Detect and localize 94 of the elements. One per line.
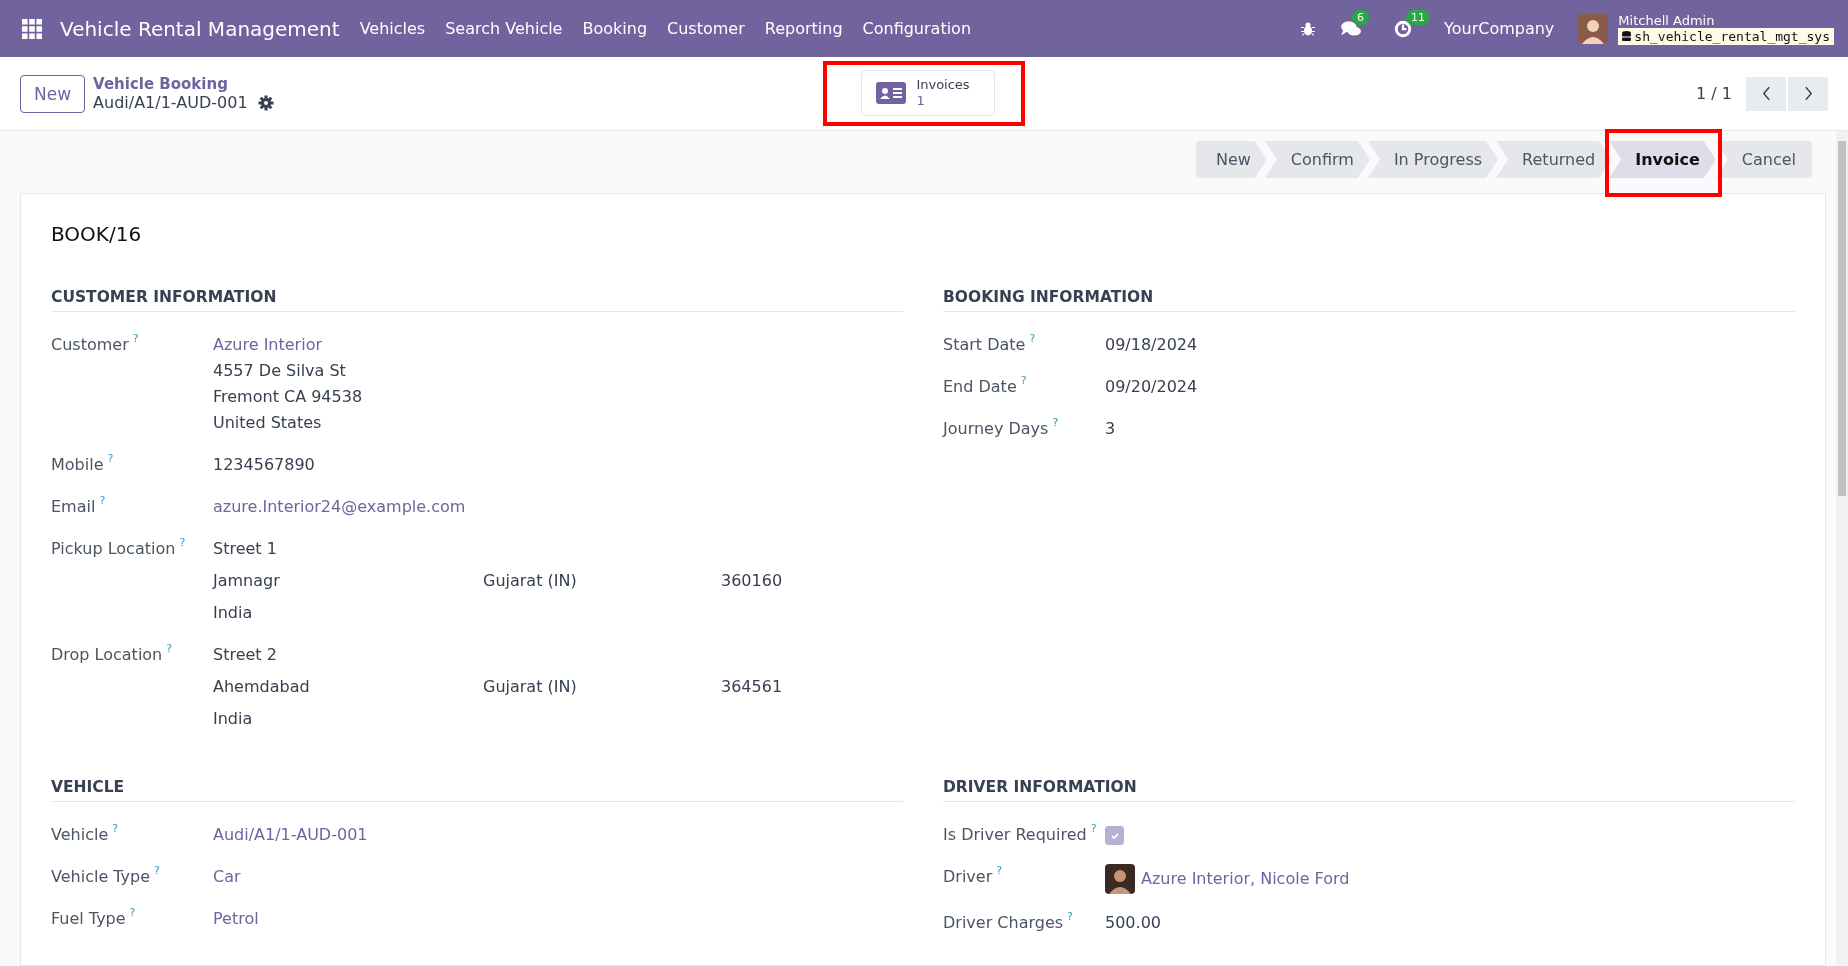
street-value: Street 1 <box>213 538 277 560</box>
help-tooltip-mark[interactable]: ? <box>99 494 106 507</box>
help-tooltip-mark[interactable]: ? <box>166 642 173 655</box>
new-button[interactable]: New <box>20 74 86 113</box>
field-label: Vehicle <box>51 825 109 844</box>
field-label: Driver Charges <box>943 913 1064 932</box>
invoice-card-icon <box>876 82 907 104</box>
country-value: India <box>213 602 253 624</box>
field-label: Fuel Type <box>51 909 126 928</box>
status-stage[interactable]: In Progress <box>1367 141 1499 178</box>
status-stage[interactable]: New <box>1195 141 1267 178</box>
address-line: Fremont CA 94538 <box>213 386 363 408</box>
database-icon <box>1622 30 1632 42</box>
help-tooltip-mark[interactable]: ? <box>996 864 1003 877</box>
section-heading: CUSTOMER INFORMATION <box>51 288 903 312</box>
field-label: Email <box>51 497 96 516</box>
field-label: Drop Location <box>51 645 163 664</box>
field-label: Driver <box>943 867 993 886</box>
field-value: 3 <box>1105 418 1116 440</box>
zip-value: 364561 <box>721 676 783 698</box>
state-value: Gujarat (IN) <box>483 570 578 592</box>
street-value: Street 2 <box>213 644 277 666</box>
record-title: BOOK/16 <box>51 222 143 246</box>
status-stage[interactable]: Confirm <box>1264 141 1370 178</box>
help-tooltip-mark[interactable]: ? <box>112 822 119 835</box>
section-heading: VEHICLE <box>51 778 903 802</box>
help-tooltip-mark[interactable]: ? <box>154 864 160 877</box>
menu-item[interactable]: Vehicles <box>359 19 426 38</box>
help-tooltip-mark[interactable]: ? <box>179 536 186 549</box>
invoices-smart-button[interactable]: Invoices 1 <box>861 70 995 116</box>
checkbox[interactable] <box>1105 826 1124 845</box>
field-label: Vehicle Type <box>51 867 151 886</box>
menu-item[interactable]: Configuration <box>862 19 972 38</box>
field-label: Is Driver Required <box>943 825 1087 844</box>
record-name: Audi/A1/1-AUD-001 <box>93 93 248 112</box>
help-tooltip-mark[interactable]: ? <box>1020 374 1027 387</box>
settings-icon[interactable] <box>257 94 274 111</box>
chevron-right-icon <box>1803 86 1813 101</box>
clock-icon[interactable] <box>1394 19 1413 38</box>
help-tooltip-mark[interactable]: ? <box>129 906 136 919</box>
field-label: Customer <box>51 335 129 354</box>
driver-link[interactable]: Azure Interior, Nicole Ford <box>1141 866 1350 892</box>
address-line: 4557 De Silva St <box>213 360 346 382</box>
zip-value: 360160 <box>721 570 783 592</box>
help-tooltip-mark[interactable]: ? <box>1052 416 1059 429</box>
help-tooltip-mark[interactable]: ? <box>1090 822 1097 835</box>
app-title[interactable]: Vehicle Rental Management <box>60 16 340 41</box>
company-name[interactable]: YourCompany <box>1444 19 1555 38</box>
field-link[interactable]: Audi/A1/1-AUD-001 <box>213 822 368 848</box>
apps-grid-icon[interactable] <box>22 18 42 39</box>
help-tooltip-mark[interactable]: ? <box>1067 910 1073 923</box>
city-value: Ahemdabad <box>213 676 311 698</box>
status-stage[interactable]: Invoice <box>1609 141 1716 178</box>
field-label: Mobile <box>51 455 104 474</box>
help-tooltip-mark[interactable]: ? <box>132 332 139 345</box>
field-value: 09/20/2024 <box>1105 376 1198 398</box>
activity-count-badge: 11 <box>1406 9 1431 25</box>
checkmark-icon <box>1109 830 1120 841</box>
section-heading: BOOKING INFORMATION <box>943 288 1795 312</box>
breadcrumb-link[interactable]: Vehicle Booking <box>93 75 274 93</box>
field-value: 09/18/2024 <box>1105 334 1198 356</box>
field-value: 1234567890 <box>213 454 315 476</box>
user-avatar-icon[interactable] <box>1578 13 1609 44</box>
scrollbar[interactable] <box>1836 131 1848 966</box>
field-link[interactable]: Petrol <box>213 906 259 932</box>
driver-avatar-icon <box>1105 864 1135 894</box>
country-value: India <box>213 708 253 730</box>
pager-value: 1 / 1 <box>1696 84 1732 103</box>
message-count-badge: 6 <box>1352 9 1370 25</box>
field-link[interactable]: azure.Interior24@example.com <box>213 494 466 520</box>
field-value: 500.00 <box>1105 912 1161 934</box>
bug-icon[interactable] <box>1300 20 1317 37</box>
state-value: Gujarat (IN) <box>483 676 578 698</box>
status-stage[interactable]: Returned <box>1496 141 1612 178</box>
address-line: United States <box>213 412 322 434</box>
chevron-left-icon <box>1761 86 1771 101</box>
menu-item[interactable]: Customer <box>667 19 745 38</box>
help-tooltip-mark[interactable]: ? <box>1029 332 1036 345</box>
field-label: Start Date <box>943 335 1026 354</box>
field-label: End Date <box>943 377 1017 396</box>
field-label: Pickup Location <box>51 539 176 558</box>
city-value: Jamnagr <box>213 570 281 592</box>
database-name: sh_vehicle_rental_mgt_sys <box>1634 28 1830 44</box>
menu-item[interactable]: Reporting <box>764 19 843 38</box>
chat-icon[interactable] <box>1340 19 1363 38</box>
help-tooltip-mark[interactable]: ? <box>107 452 114 465</box>
field-label: Journey Days <box>943 419 1049 438</box>
customer-link[interactable]: Azure Interior <box>213 332 322 358</box>
user-name[interactable]: Mitchell Admin <box>1618 12 1834 28</box>
status-stage[interactable]: Cancel <box>1715 141 1812 178</box>
menu-item[interactable]: Booking <box>582 19 648 38</box>
section-heading: DRIVER INFORMATION <box>943 778 1795 802</box>
menu-item[interactable]: Search Vehicle <box>445 19 563 38</box>
field-link[interactable]: Car <box>213 864 241 890</box>
